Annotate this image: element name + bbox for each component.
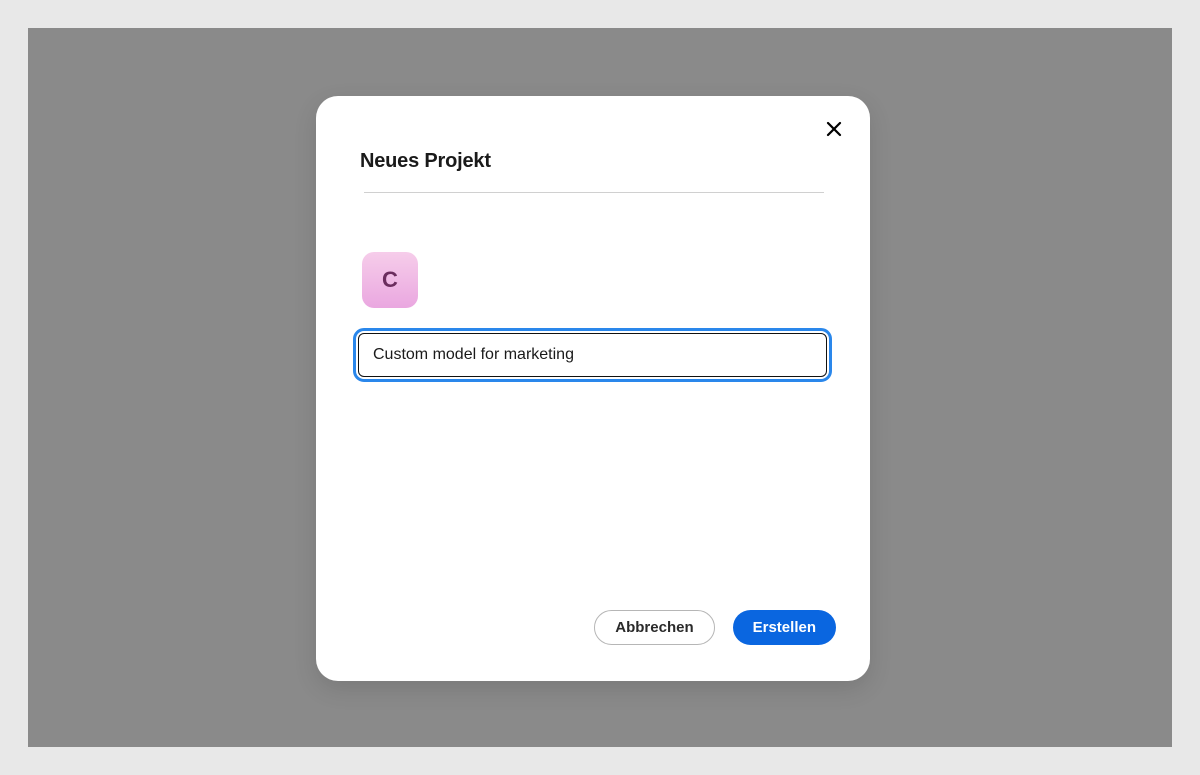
close-icon <box>826 121 842 140</box>
cancel-button[interactable]: Abbrechen <box>594 610 714 645</box>
create-button[interactable]: Erstellen <box>733 610 836 645</box>
close-button[interactable] <box>822 118 846 142</box>
dialog-footer: Abbrechen Erstellen <box>316 610 836 645</box>
divider <box>364 192 824 193</box>
project-name-input[interactable] <box>358 333 827 377</box>
new-project-dialog: Neues Projekt C Abbrechen Erstellen <box>316 96 870 681</box>
project-icon: C <box>362 252 418 308</box>
project-name-field-wrap <box>358 333 827 377</box>
dialog-title: Neues Projekt <box>360 150 491 173</box>
project-icon-letter: C <box>382 267 398 293</box>
